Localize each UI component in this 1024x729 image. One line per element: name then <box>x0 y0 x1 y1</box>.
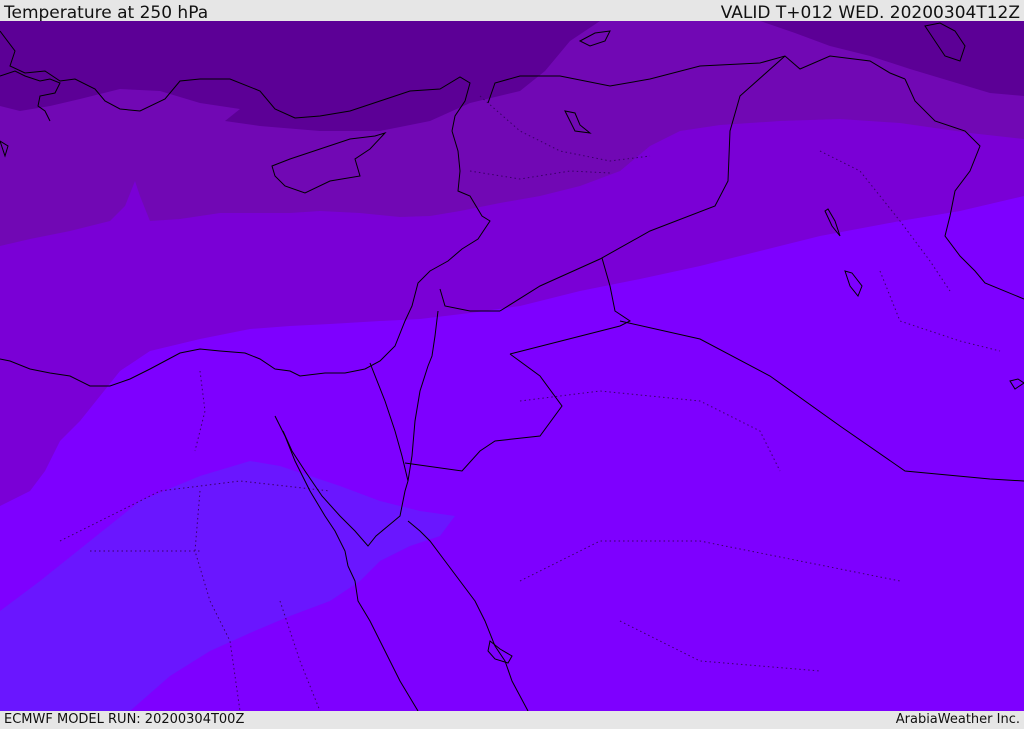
model-run: ECMWF MODEL RUN: 20200304T00Z <box>4 712 245 727</box>
map-canvas[interactable] <box>0 21 1024 711</box>
credit: ArabiaWeather Inc. <box>895 712 1020 727</box>
header-bar: Temperature at 250 hPa VALID T+012 WED. … <box>0 0 1024 23</box>
weather-map-frame: Temperature at 250 hPa VALID T+012 WED. … <box>0 0 1024 729</box>
map-title: Temperature at 250 hPa <box>4 3 209 23</box>
map-svg <box>0 21 1024 711</box>
valid-time: VALID T+012 WED. 20200304T12Z <box>720 3 1020 23</box>
footer-bar: ECMWF MODEL RUN: 20200304T00Z ArabiaWeat… <box>0 711 1024 729</box>
